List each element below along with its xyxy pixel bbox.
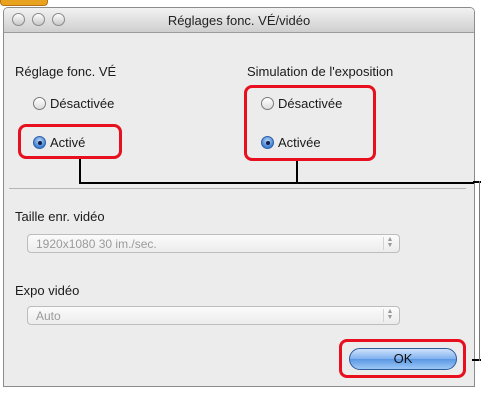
ok-button-highlight [339, 339, 466, 378]
window-title: Réglages fonc. VÉ/vidéo [167, 13, 311, 28]
callout-line [479, 181, 480, 361]
title-bar: Réglages fonc. VÉ/vidéo [4, 8, 474, 33]
movie-exposure-label: Expo vidéo [15, 283, 80, 298]
callout-line [79, 182, 474, 184]
movie-size-select[interactable]: 1920x1080 30 im./sec. ▲ ▼ [27, 234, 400, 253]
live-view-highlight [18, 124, 122, 159]
movie-size-label: Taille enr. vidéo [15, 209, 105, 224]
callout-line [296, 161, 298, 183]
radio-off-icon [33, 97, 46, 110]
settings-dialog: Réglages fonc. VÉ/vidéo Réglage fonc. VÉ… [3, 7, 475, 387]
header-tab-accent [0, 0, 48, 6]
stepper-arrows-icon: ▲ ▼ [383, 236, 396, 250]
radio-label: Désactivée [50, 96, 115, 111]
exposure-simulation-highlight [244, 85, 376, 161]
movie-exposure-select[interactable]: Auto ▲ ▼ [27, 306, 400, 325]
live-view-disabled-radio[interactable]: Désactivée [33, 96, 114, 111]
live-view-label: Réglage fonc. VÉ [15, 64, 117, 79]
callout-line [79, 159, 81, 183]
movie-exposure-value: Auto [36, 309, 61, 323]
stepper-arrows-icon: ▲ ▼ [383, 308, 396, 322]
exposure-simulation-label: Simulation de l'exposition [247, 64, 394, 79]
movie-size-value: 1920x1080 30 im./sec. [36, 237, 157, 251]
separator [9, 188, 466, 189]
